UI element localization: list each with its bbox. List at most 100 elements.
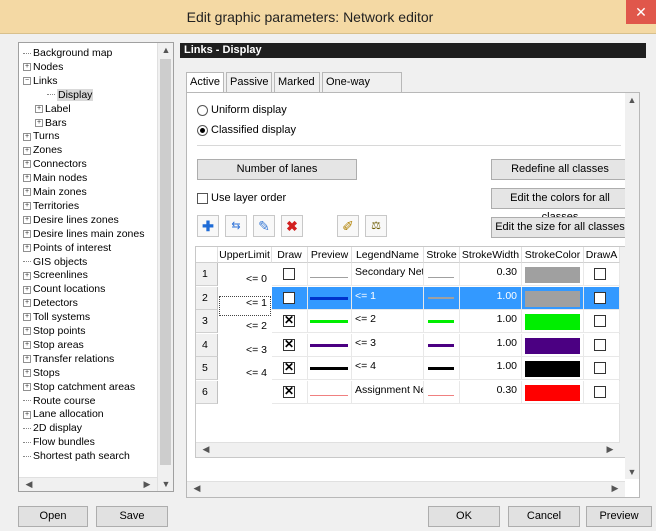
expand-icon[interactable]: + bbox=[23, 271, 31, 280]
draw-a-checkbox[interactable] bbox=[594, 362, 606, 374]
column-header[interactable]: Preview bbox=[308, 247, 352, 263]
expand-icon[interactable]: + bbox=[23, 202, 31, 211]
column-header[interactable]: UpperLimit bbox=[218, 247, 272, 263]
scroll-left-icon[interactable]: ◀ bbox=[21, 479, 37, 490]
draw-cell[interactable] bbox=[272, 263, 308, 286]
tab-passive[interactable]: Passive bbox=[226, 72, 272, 92]
edit-size-button[interactable]: Edit the size for all classes bbox=[491, 217, 629, 238]
expand-icon[interactable]: + bbox=[23, 382, 31, 391]
row-number[interactable]: 3 bbox=[196, 310, 218, 333]
content-vertical-scrollbar[interactable]: ▲ ▼ bbox=[625, 93, 639, 479]
expand-icon[interactable]: + bbox=[23, 355, 31, 364]
expand-icon[interactable]: + bbox=[23, 229, 31, 238]
draw-checkbox[interactable]: ✕ bbox=[283, 338, 295, 351]
edit-box-icon[interactable]: ✐ bbox=[337, 215, 359, 237]
tree-item[interactable]: + Points of interest bbox=[23, 242, 111, 255]
preview-button[interactable]: Preview bbox=[586, 506, 652, 527]
tree-item[interactable]: + Desire lines zones bbox=[23, 214, 119, 227]
row-number[interactable]: 1 bbox=[196, 263, 218, 286]
upper-limit-value[interactable]: <= 4 bbox=[246, 367, 267, 379]
draw-a-checkbox[interactable] bbox=[594, 291, 606, 304]
draw-a-checkbox[interactable] bbox=[594, 315, 606, 327]
uniform-display-option[interactable]: Uniform display bbox=[197, 103, 287, 117]
tree-item[interactable]: Background map bbox=[23, 47, 112, 60]
tree-item[interactable]: 2D display bbox=[23, 422, 82, 435]
expand-icon[interactable]: + bbox=[23, 174, 31, 183]
tree-scroll-thumb[interactable] bbox=[160, 59, 171, 465]
category-tree[interactable]: ▲ ▼ ◀ ▶ Background map + Nodes − Links Displa… bbox=[18, 42, 174, 492]
expand-icon[interactable]: + bbox=[23, 341, 31, 350]
upper-limit-value[interactable]: <= 0 bbox=[246, 273, 267, 285]
use-layer-order-option[interactable]: Use layer order bbox=[197, 191, 286, 205]
scroll-down-icon[interactable]: ▼ bbox=[158, 479, 173, 489]
content-scroll-left-icon[interactable]: ◀ bbox=[189, 483, 205, 494]
stroke-cell[interactable] bbox=[424, 333, 460, 357]
tree-item[interactable]: + Territories bbox=[23, 200, 79, 213]
expand-icon[interactable]: + bbox=[23, 243, 31, 252]
draw-checkbox[interactable] bbox=[283, 291, 295, 304]
row-number[interactable]: 2 bbox=[196, 286, 218, 310]
column-header[interactable]: DrawA bbox=[584, 247, 620, 263]
draw-a-cell[interactable] bbox=[584, 310, 620, 333]
ok-button[interactable]: OK bbox=[428, 506, 500, 527]
draw-cell[interactable]: ✕ bbox=[272, 310, 308, 333]
legend-name-cell[interactable]: Assignment Ne bbox=[352, 380, 424, 404]
upper-limit-value[interactable]: <= 2 bbox=[246, 320, 267, 332]
tree-item[interactable]: GIS objects bbox=[23, 256, 87, 269]
tree-item[interactable]: + Transfer relations bbox=[23, 353, 114, 366]
row-number[interactable]: 5 bbox=[196, 357, 218, 380]
legend-name-cell[interactable]: <= 3 bbox=[352, 333, 424, 357]
tree-item[interactable]: Route course bbox=[23, 395, 95, 408]
uniform-radio[interactable] bbox=[197, 104, 208, 116]
expand-icon[interactable]: + bbox=[23, 132, 31, 141]
draw-checkbox[interactable]: ✕ bbox=[283, 385, 295, 398]
expand-icon[interactable]: + bbox=[23, 160, 31, 169]
use-layer-order-checkbox[interactable] bbox=[197, 192, 208, 204]
expand-icon[interactable]: + bbox=[23, 188, 31, 197]
stroke-color-cell[interactable] bbox=[522, 380, 584, 404]
classified-radio[interactable] bbox=[197, 124, 208, 136]
stroke-color-cell[interactable] bbox=[522, 357, 584, 380]
tree-item[interactable]: + Stops bbox=[23, 367, 60, 380]
number-of-lanes-button[interactable]: Number of lanes bbox=[197, 159, 357, 180]
tree-item[interactable]: + Count locations bbox=[23, 283, 105, 296]
draw-a-checkbox[interactable] bbox=[594, 385, 606, 398]
row-number[interactable]: 4 bbox=[196, 333, 218, 357]
upper-limit-value[interactable]: <= 3 bbox=[246, 344, 267, 356]
collapse-icon[interactable]: − bbox=[23, 77, 31, 86]
stroke-width-cell[interactable]: 1.00 bbox=[460, 286, 522, 310]
content-horizontal-scrollbar[interactable]: ◀ ▶ bbox=[187, 481, 625, 497]
draw-a-cell[interactable] bbox=[584, 286, 620, 310]
stroke-cell[interactable] bbox=[424, 380, 460, 404]
tree-item[interactable]: Display bbox=[47, 88, 94, 102]
expand-icon[interactable]: + bbox=[23, 285, 31, 294]
column-header[interactable]: Draw bbox=[272, 247, 308, 263]
tree-item[interactable]: + Connectors bbox=[23, 158, 87, 171]
tree-item[interactable]: + Lane allocation bbox=[23, 408, 104, 421]
tree-item[interactable]: + Stop points bbox=[23, 325, 86, 338]
cancel-button[interactable]: Cancel bbox=[508, 506, 580, 527]
draw-checkbox[interactable]: ✕ bbox=[283, 361, 295, 374]
legend-name-cell[interactable]: <= 1 bbox=[352, 286, 424, 310]
tree-item[interactable]: + Zones bbox=[23, 144, 62, 157]
grid-scroll-left-icon[interactable]: ◀ bbox=[198, 444, 214, 455]
draw-a-cell[interactable] bbox=[584, 357, 620, 380]
tree-item[interactable]: + Toll systems bbox=[23, 311, 90, 324]
stroke-width-cell[interactable]: 1.00 bbox=[460, 357, 522, 380]
tree-item[interactable]: + Turns bbox=[23, 130, 59, 143]
tree-item[interactable]: + Bars bbox=[35, 117, 67, 130]
stroke-color-cell[interactable] bbox=[522, 263, 584, 286]
stroke-cell[interactable] bbox=[424, 263, 460, 286]
legend-name-cell[interactable]: <= 2 bbox=[352, 310, 424, 333]
expand-icon[interactable]: + bbox=[23, 313, 31, 322]
convert-icon[interactable]: ⇆ bbox=[225, 215, 247, 237]
row-number[interactable]: 6 bbox=[196, 380, 218, 404]
stroke-color-cell[interactable] bbox=[522, 286, 584, 310]
grid-scroll-right-icon[interactable]: ▶ bbox=[602, 444, 618, 455]
tree-item[interactable]: + Stop areas bbox=[23, 339, 84, 352]
content-scroll-up-icon[interactable]: ▲ bbox=[625, 95, 639, 105]
tab-one-way-roads[interactable]: One-way roads bbox=[322, 72, 402, 106]
add-icon[interactable]: ✚ bbox=[197, 215, 219, 237]
close-button[interactable]: ✕ bbox=[626, 0, 656, 24]
scale-icon[interactable]: ⚖ bbox=[365, 215, 387, 237]
